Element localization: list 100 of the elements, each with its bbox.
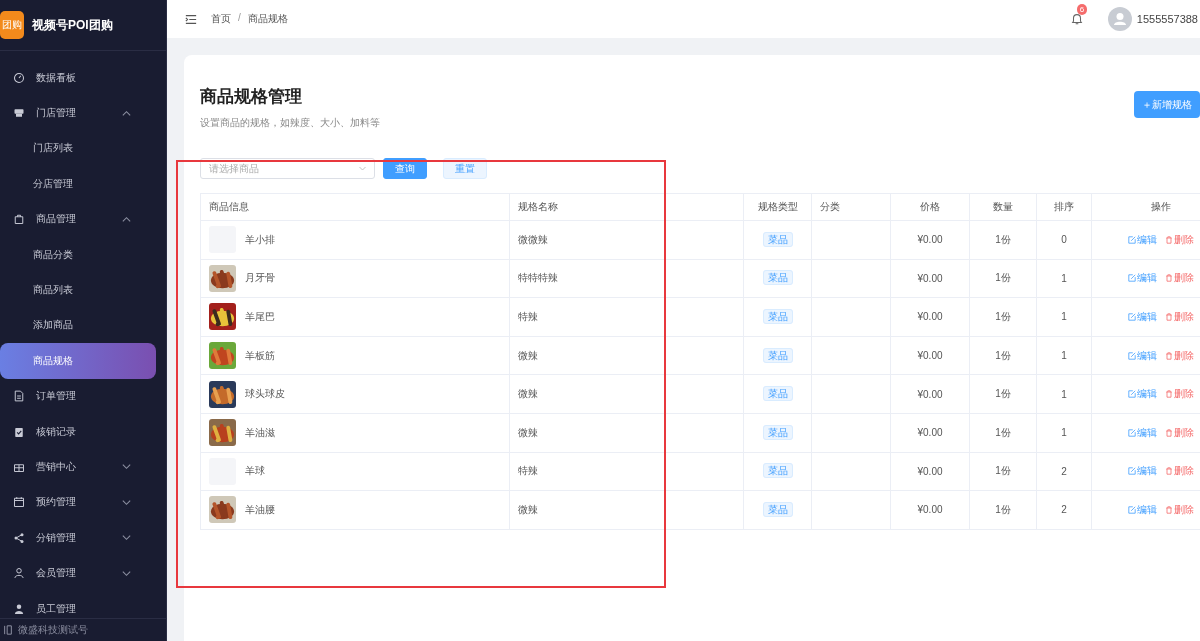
nav-item[interactable]: 员工管理 (0, 590, 156, 618)
delete-link[interactable]: 删除 (1165, 310, 1194, 324)
add-spec-button[interactable]: ＋新增规格 (1134, 91, 1200, 118)
page-subtitle: 设置商品的规格，如辣度、大小、加料等 (200, 116, 380, 130)
table-cell: 1 (1036, 259, 1092, 298)
edit-icon (1128, 313, 1136, 321)
table-cell: ¥0.00 (890, 297, 970, 337)
edit-link[interactable]: 编辑 (1128, 425, 1157, 440)
edit-icon (1128, 274, 1136, 283)
notification-icon[interactable] (1069, 12, 1084, 26)
trash-icon (1165, 505, 1173, 514)
table-cell: 特辣 (509, 297, 744, 337)
type-tag: 菜品 (762, 386, 793, 402)
nav-item[interactable]: 核销记录 (0, 413, 156, 450)
account-icon (3, 625, 13, 635)
table-cell: ¥0.00 (890, 413, 970, 453)
type-tag: 菜品 (762, 463, 793, 479)
search-button[interactable]: 查询 (383, 158, 427, 179)
table-cell: 特辣 (509, 452, 744, 491)
edit-icon (1128, 351, 1136, 360)
nav-subitem[interactable]: 分店管理 (0, 166, 156, 202)
nav-subitem[interactable]: 添加商品 (0, 307, 156, 344)
nav-item[interactable]: 门店管理 (0, 95, 156, 131)
table-cell: 1份 (969, 297, 1037, 337)
notification-badge: 6 (1076, 4, 1088, 15)
trash-icon (1165, 428, 1173, 437)
table-cell: 1 (1036, 297, 1092, 337)
table-cell: 0 (1036, 220, 1092, 260)
table-cell: ¥0.00 (890, 259, 970, 298)
clipboard-check-icon (13, 425, 25, 438)
product-name: 月牙骨 (245, 271, 275, 286)
product-select[interactable]: 请选择商品 (200, 158, 375, 179)
table-cell: 1份 (969, 374, 1037, 414)
type-tag: 菜品 (762, 424, 793, 440)
calendar-icon (13, 496, 25, 509)
product-name: 羊油滋 (245, 425, 275, 440)
table-cell: 1 (1036, 374, 1092, 414)
delete-link[interactable]: 删除 (1165, 387, 1194, 402)
edit-icon (1128, 390, 1136, 399)
delete-link[interactable]: 删除 (1165, 502, 1194, 517)
nav-item[interactable]: 会员管理 (0, 555, 156, 591)
gift-icon (13, 461, 25, 473)
trash-icon (1165, 467, 1173, 476)
edit-link[interactable]: 编辑 (1128, 387, 1157, 402)
bag-icon (13, 213, 25, 226)
edit-icon (1128, 235, 1136, 244)
edit-link[interactable]: 编辑 (1128, 310, 1157, 324)
type-tag: 菜品 (762, 270, 793, 286)
breadcrumb-separator: / (238, 12, 241, 25)
document-icon (13, 390, 25, 403)
edit-icon (1128, 428, 1136, 437)
edit-link[interactable]: 编辑 (1128, 464, 1157, 479)
edit-icon (1128, 467, 1136, 476)
nav-item[interactable]: 商品管理 (0, 201, 156, 237)
trash-icon (1165, 351, 1173, 360)
nav-item[interactable]: 订单管理 (0, 378, 156, 414)
delete-link[interactable]: 删除 (1165, 271, 1194, 286)
nav-subitem[interactable]: 商品列表 (0, 272, 156, 308)
type-tag: 菜品 (762, 309, 793, 324)
page-title: 商品规格管理 (200, 86, 303, 108)
nav-item[interactable]: 分销管理 (0, 520, 156, 556)
column-header: 规格名称 (509, 193, 744, 221)
product-name: 羊板筋 (245, 348, 275, 363)
delete-link[interactable]: 删除 (1165, 232, 1194, 247)
nav-subitem[interactable]: 商品规格 (0, 343, 156, 379)
caret-icon (358, 164, 367, 173)
menu-icon[interactable] (185, 13, 197, 25)
nav-subitem[interactable]: 商品分类 (0, 236, 156, 273)
user-icon (13, 567, 25, 580)
column-header: 规格类型 (743, 193, 812, 221)
edit-link[interactable]: 编辑 (1128, 348, 1157, 363)
delete-link[interactable]: 删除 (1165, 464, 1194, 479)
column-header: 数量 (969, 193, 1037, 221)
user-name[interactable]: 1555557388 (1136, 13, 1198, 25)
edit-link[interactable]: 编辑 (1128, 232, 1157, 247)
delete-link[interactable]: 删除 (1165, 348, 1194, 363)
nav-subitem[interactable]: 门店列表 (0, 130, 156, 167)
product-name: 羊尾巴 (245, 310, 275, 324)
table-cell: ¥0.00 (890, 490, 970, 530)
breadcrumb-link[interactable]: 商品规格 (247, 12, 288, 26)
store-icon (13, 107, 25, 120)
nav-item[interactable]: 预约管理 (0, 484, 156, 521)
nav-item[interactable]: 数据看板 (0, 60, 156, 96)
type-tag: 菜品 (762, 347, 793, 363)
table-cell: 1份 (969, 413, 1037, 453)
nav-item[interactable]: 营销中心 (0, 449, 156, 485)
table-cell: 1份 (969, 490, 1037, 530)
delete-link[interactable]: 删除 (1165, 425, 1194, 440)
table-cell: 1 (1036, 413, 1092, 453)
table-cell: ¥0.00 (890, 336, 970, 375)
gauge-icon (13, 71, 25, 84)
edit-icon (1128, 505, 1136, 514)
breadcrumb-link[interactable]: 首页 (211, 12, 231, 26)
reset-button[interactable]: 重置 (443, 158, 487, 179)
edit-link[interactable]: 编辑 (1128, 271, 1157, 286)
app-title: 视频号POI团购 (32, 16, 113, 34)
person-icon (13, 602, 25, 615)
trash-icon (1165, 235, 1173, 244)
edit-link[interactable]: 编辑 (1128, 502, 1157, 517)
table-cell: ¥0.00 (890, 452, 970, 491)
